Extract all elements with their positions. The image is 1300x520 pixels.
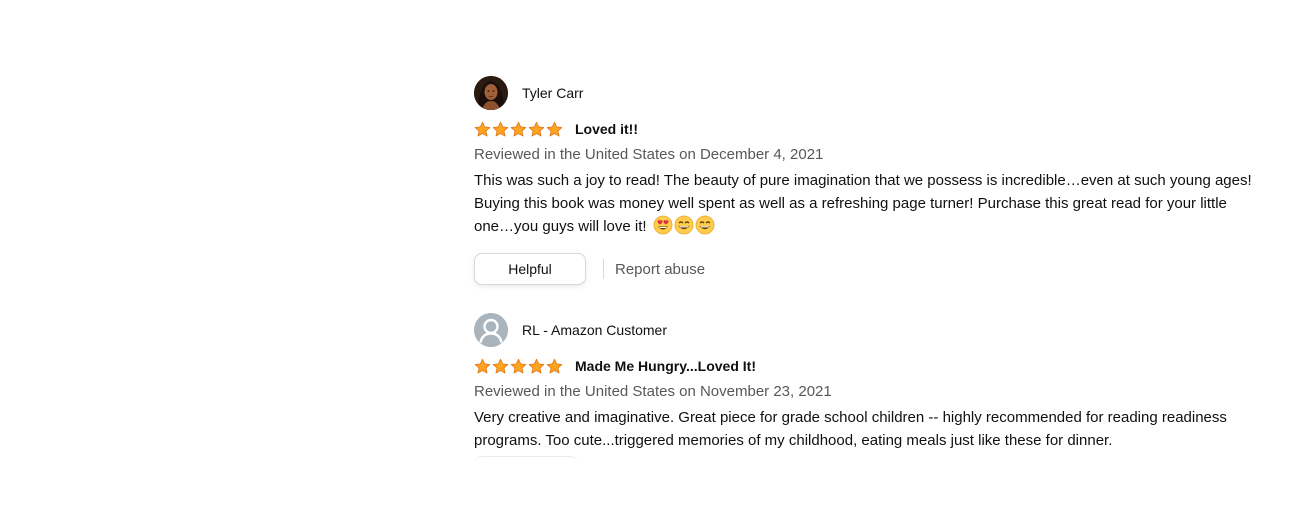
review-date: Reviewed in the United States on Decembe… [474,146,824,163]
star-icon [492,358,509,373]
default-avatar-icon [474,313,508,347]
star-icon [546,121,563,136]
star-icon [510,121,527,136]
review-text: This was such a joy to read! The beauty … [474,169,1264,242]
review-title[interactable]: Made Me Hungry...Loved It! [575,358,756,374]
star-icon [528,121,545,136]
star-icon [510,358,527,373]
review-text: Very creative and imaginative. Great pie… [474,409,1227,449]
star-icon [528,358,545,373]
review-profile[interactable]: Tyler Carr [474,74,1264,112]
reviews-list: Tyler Carr Loved it!! Reviewed in the Un… [474,74,1264,465]
helpful-button-partial[interactable] [474,456,578,465]
heart-eyes-emoji-icon [653,215,673,242]
star-icon [474,358,491,373]
star-rating[interactable] [474,121,563,138]
review-date: Reviewed in the United States on Novembe… [474,383,832,400]
review-actions: Helpful Report abuse [474,253,1264,285]
star-icon [492,121,509,136]
reviewer-name[interactable]: Tyler Carr [522,85,583,101]
avatar [474,76,508,110]
review-profile[interactable]: RL - Amazon Customer [474,311,1264,349]
report-abuse-link[interactable]: Report abuse [615,261,705,278]
review-title-row[interactable]: Loved it!! [474,118,1264,140]
review-title[interactable]: Loved it!! [575,121,638,137]
review-title-row[interactable]: Made Me Hungry...Loved It! [474,355,1264,377]
star-icon [546,358,563,373]
star-icon [474,121,491,136]
grinning-emoji-icon [695,215,715,242]
reviewer-name[interactable]: RL - Amazon Customer [522,322,667,338]
review-card: Tyler Carr Loved it!! Reviewed in the Un… [474,74,1264,285]
action-divider [603,259,604,279]
helpful-button[interactable]: Helpful [474,253,586,285]
grinning-emoji-icon [674,215,694,242]
review-body-text: This was such a joy to read! The beauty … [474,172,1252,235]
review-card: RL - Amazon Customer Made Me Hungry...Lo… [474,311,1264,465]
star-rating[interactable] [474,358,563,375]
